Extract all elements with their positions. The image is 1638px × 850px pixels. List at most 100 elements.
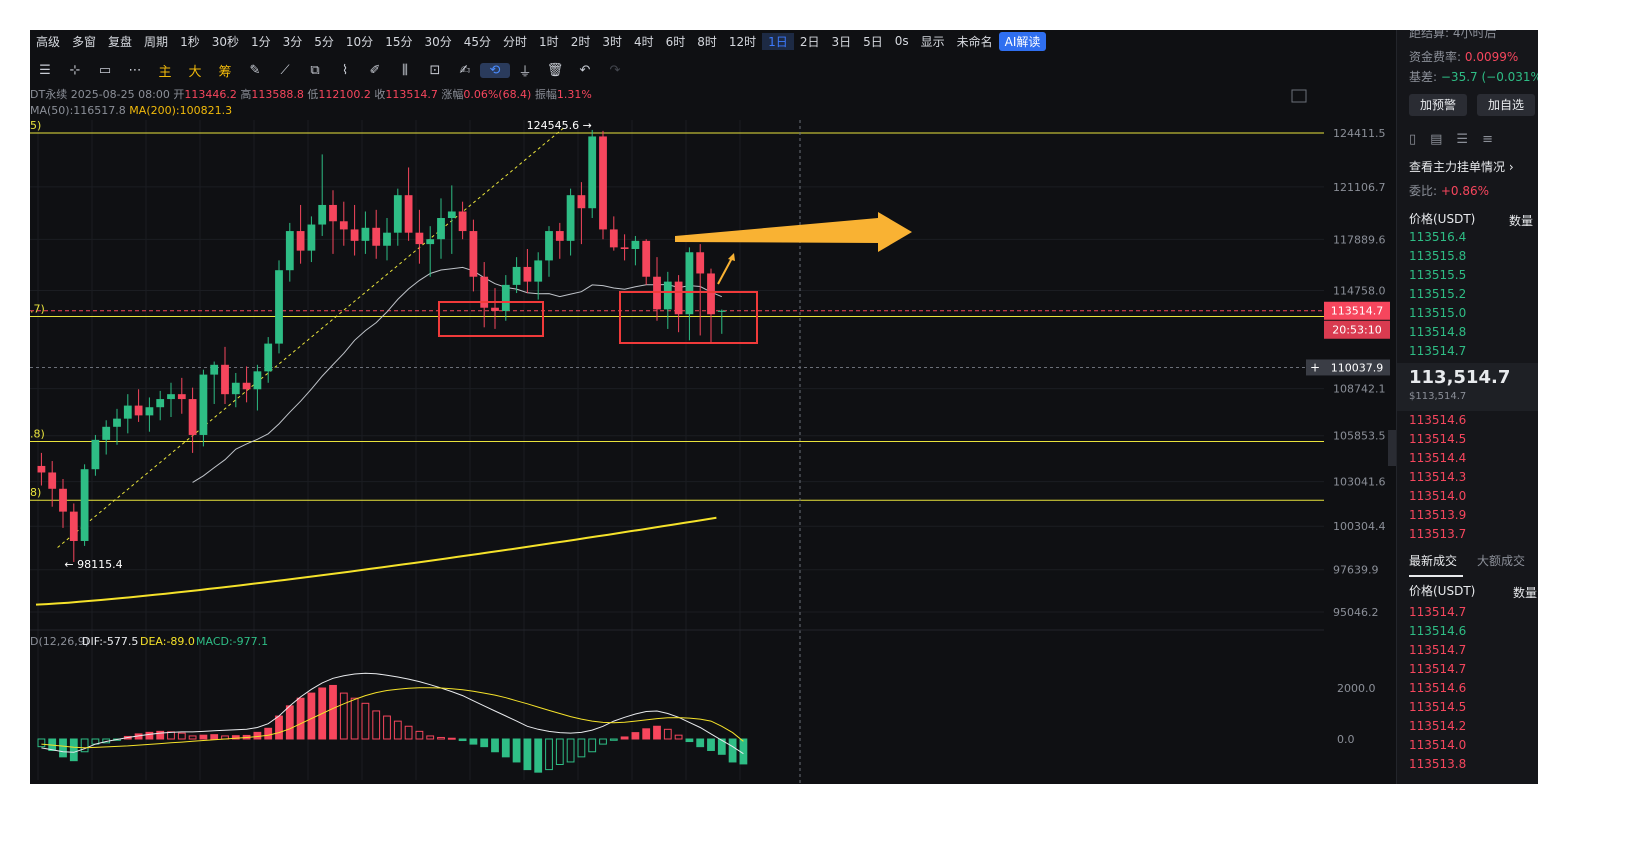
main-orders-label: 查看主力挂单情况 [1409,160,1506,174]
asks-row[interactable]: 113514.0 [1409,489,1466,503]
toolbar-item-30[interactable]: 显示 [915,33,951,50]
trade-row: 113514.2 [1409,719,1467,733]
toolbar-item-6[interactable]: 30秒 [206,33,245,50]
macd-bar [221,735,229,740]
chips-button[interactable]: 筹 [210,61,240,80]
latest-trades-tab[interactable]: 最新成交 [1409,552,1457,569]
y-tick-label: 121106.7 [1333,181,1386,194]
copy-icon[interactable]: ⧉ [300,63,330,78]
main-indicator-button[interactable]: 主 [150,61,180,80]
asks-row[interactable]: 113514.6 [1409,413,1466,427]
toolbar-item-7[interactable]: 1分 [245,33,277,50]
low-value: 112100.2 [318,88,371,101]
toolbar-item-20[interactable]: 8时 [691,33,723,50]
toolbar-item-4[interactable]: 周期 [138,33,174,50]
undo-icon[interactable]: ↶ [570,63,600,78]
toolbar-item-25[interactable]: 5日 [857,33,889,50]
toolbar-item-14[interactable]: 分时 [497,33,533,50]
trades-price-header: 价格(USDT) [1409,584,1476,598]
toolbar-item-5[interactable]: 1秒 [174,33,206,50]
toolbar-item-19[interactable]: 6时 [660,33,692,50]
toolbar-item-21[interactable]: 12时 [723,33,762,50]
candle-body [491,307,499,311]
bars-icon[interactable]: ⫼ [390,63,420,78]
toolbar-item-33[interactable]: 未命名 [951,33,999,50]
toolbar-item-16[interactable]: 2时 [565,33,597,50]
bids-row[interactable]: 113515.2 [1409,287,1466,301]
add-watchlist-button[interactable]: 加自选 [1477,94,1535,116]
asks-row[interactable]: 113513.9 [1409,508,1466,522]
macd-dea: DEA:-89.0 [140,635,195,648]
toolbar-item-0[interactable]: 高级 [30,33,66,50]
toolbar-item-23[interactable]: 2日 [794,33,826,50]
book-layout-icons[interactable]: ▯▤☰≡ [1409,132,1507,147]
candle-body [264,343,273,372]
close-value: 113514.7 [385,88,438,101]
main-orders-link[interactable]: 查看主力挂单情况 › [1409,158,1514,175]
brush-icon[interactable]: ✐ [360,63,390,78]
last-price-badge-bg [1324,301,1390,320]
ma50-line [192,266,722,483]
toolbar-item-10[interactable]: 10分 [340,33,379,50]
macd-bar [80,738,89,753]
candle-body [210,364,219,375]
bids-row[interactable]: 113514.7 [1409,344,1466,358]
bids-row[interactable]: 113515.8 [1409,249,1466,263]
candle-body [69,511,78,541]
edit-icon[interactable]: ✍ [450,63,480,78]
change-label: 涨幅 [441,88,464,101]
filter-icon[interactable]: ⏚ [510,61,540,80]
toolbar-item-15[interactable]: 1时 [533,33,565,50]
lock-icon[interactable]: ⊡ [420,63,450,78]
toolbar-item-9[interactable]: 5分 [308,33,340,50]
toolbar-item-1[interactable]: 多窗 [66,33,102,50]
toolbar-item-22[interactable]: 1日 [762,32,794,50]
toolbar-item-8[interactable]: 3分 [277,33,309,50]
crosshair-icon[interactable]: ⊹ [60,63,90,78]
rect-icon[interactable]: ▭ [90,63,120,78]
candle-body [609,229,618,248]
candle-body [566,195,575,241]
toolbar-item-24[interactable]: 3日 [825,33,857,50]
candle-body [383,232,391,246]
candle-body [631,240,640,250]
redo-icon[interactable]: ↷ [600,63,630,78]
line-tool-icon[interactable]: ⟋ [270,63,300,78]
candle-body [113,418,121,427]
more-icon[interactable]: ⋯ [120,63,150,78]
big-trades-tab[interactable]: 大额成交 [1477,552,1525,569]
toolbar-item-13[interactable]: 45分 [458,33,497,50]
add-alert-button[interactable]: 加预警 [1409,94,1467,116]
bids-row[interactable]: 113515.5 [1409,268,1466,282]
basis-row: 基差: −35.7 (−0.031%) [1409,68,1538,85]
macd-bar [69,738,78,762]
bids-row[interactable]: 113514.8 [1409,325,1466,339]
toolbar-item-34[interactable]: AI解读 [998,31,1047,51]
cursor-plus-bg [1306,359,1324,376]
pen-icon[interactable]: ✎ [240,63,270,78]
toolbar-item-26[interactable]: 0s [889,34,915,48]
candle-body [393,195,402,233]
macd-bar [653,725,661,740]
asks-row[interactable]: 113514.5 [1409,432,1466,446]
bids-row[interactable]: 113515.0 [1409,306,1466,320]
macd-bar [264,727,273,740]
bids-row[interactable]: 113516.4 [1409,230,1466,244]
large-order-button[interactable]: 大 [180,61,210,80]
toolbar-item-2[interactable]: 复盘 [102,33,138,50]
menu-icon[interactable]: ☰ [30,63,60,78]
asks-row[interactable]: 113514.3 [1409,470,1466,484]
asks-row[interactable]: 113513.7 [1409,527,1466,541]
magnet-icon[interactable]: ⟲ [480,62,510,78]
toolbar-item-12[interactable]: 30分 [418,33,457,50]
trash-icon[interactable]: 🗑 [540,63,570,78]
toolbar-item-11[interactable]: 15分 [379,33,418,50]
toolbar-item-17[interactable]: 3时 [596,33,628,50]
macd-bar [696,738,705,748]
toolbar-item-18[interactable]: 4时 [628,33,660,50]
funding-label: 资金费率: [1409,50,1462,64]
candlestick-chart[interactable]: 124411.5 121106.7 117889.6 114758.0 108742.1… [30,30,1396,784]
candle-body [501,284,510,311]
asks-row[interactable]: 113514.4 [1409,451,1466,465]
ruler-icon[interactable]: ⌇ [330,63,360,78]
